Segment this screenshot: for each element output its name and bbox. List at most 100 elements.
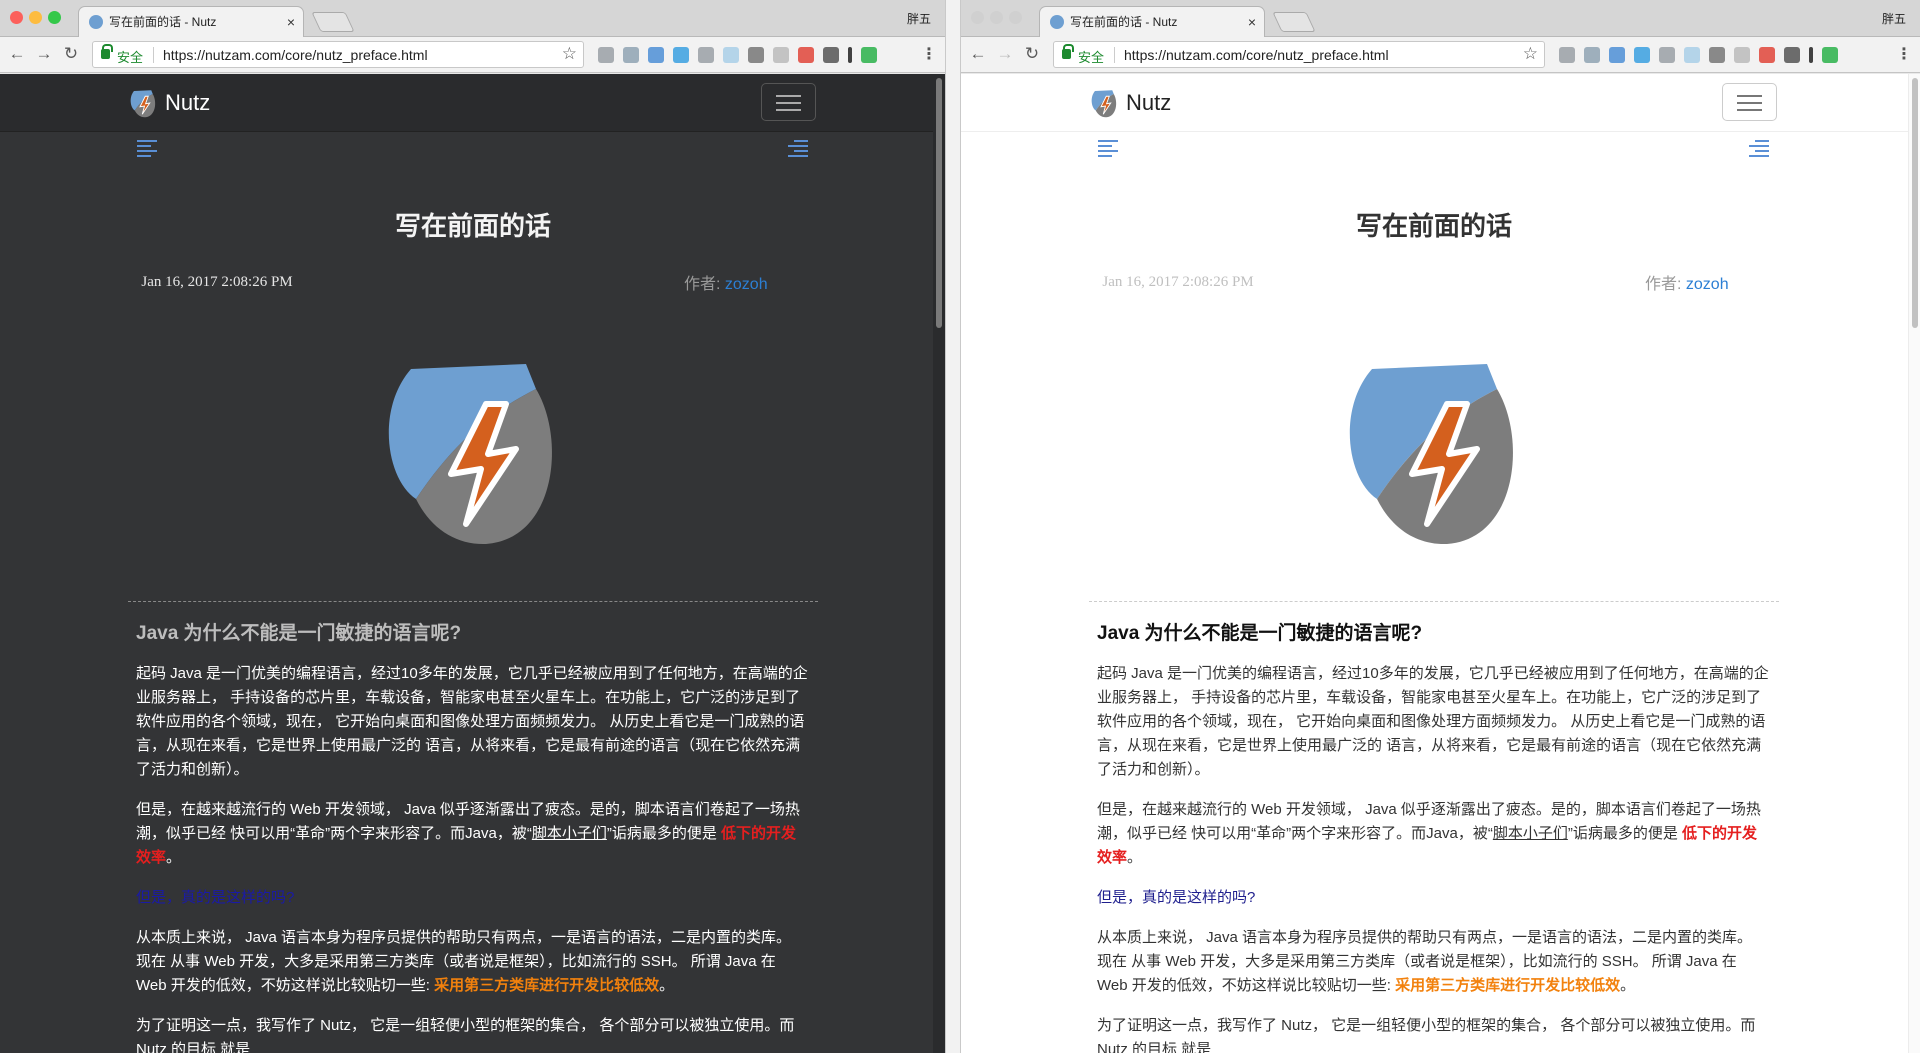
hamburger-menu-button[interactable] [1722,83,1777,121]
sheet-extension-icon[interactable] [1709,47,1725,63]
browser-window-light: 写在前面的话 - Nutz × 胖五 ← → ↻ 安全 https://nutz… [961,0,1920,1053]
text-extension-icon[interactable] [1809,47,1813,63]
evernote-extension-icon[interactable] [1784,47,1800,63]
address-bar[interactable]: 安全 https://nutzam.com/core/nutz_preface.… [1053,41,1545,68]
globe-extension-icon[interactable] [698,47,714,63]
browser-menu-icon[interactable]: ⋮ [1896,44,1912,64]
author-link[interactable]: zozoh [725,276,768,293]
browser-toolbar: ← → ↻ 安全 https://nutzam.com/core/nutz_pr… [961,37,1920,73]
timer-extension-icon[interactable] [673,47,689,63]
site-brand[interactable]: Nutz [128,88,210,118]
new-tab-button[interactable] [1272,12,1316,32]
extensions-area [1559,45,1838,65]
tab-close-icon[interactable]: × [287,7,295,38]
address-bar[interactable]: 安全 https://nutzam.com/core/nutz_preface.… [92,41,584,68]
paragraph: 起码 Java 是一门优美的编程语言，经过10多年的发展，它几乎已经被应用到了任… [1097,665,1769,778]
profile-name[interactable]: 胖五 [907,10,931,27]
script-kiddies-link[interactable]: 脚本小子们 [532,825,607,842]
bookmark-star-icon[interactable]: ☆ [562,44,577,64]
browser-tab[interactable]: 写在前面的话 - Nutz × [78,6,304,38]
paragraph: 但是，在越来越流行的 Web 开发领域， Java 似乎逐渐露出了疲态。是的，脚… [136,801,800,866]
green-extension-icon[interactable] [1822,47,1838,63]
scrollbar[interactable] [1908,74,1920,1053]
tab-close-icon[interactable]: × [1248,7,1256,38]
s-extension-icon[interactable] [648,47,664,63]
paragraph: 为了证明这一点，我写作了 Nutz， 它是一组轻便小型的框架的集合， 各个部分可… [136,1017,795,1053]
author-line: 作者: zozoh [684,270,768,294]
brand-name: Nutz [1126,90,1172,115]
extensions-area [598,45,877,65]
browser-window-dark: 写在前面的话 - Nutz × 胖五 ← → ↻ 安全 https://nutz… [0,0,945,1053]
page-title: 写在前面的话 [394,211,551,241]
lock-icon [1062,44,1074,59]
download-extension-icon[interactable] [1734,47,1750,63]
url-text[interactable]: https://nutzam.com/core/nutz_preface.htm… [1124,47,1389,63]
green-extension-icon[interactable] [861,47,877,63]
tab-bar: 写在前面的话 - Nutz × 胖五 [961,0,1920,38]
author-link[interactable]: zozoh [1686,276,1729,293]
page-title: 写在前面的话 [1355,211,1512,241]
text-extension-icon[interactable] [848,47,852,63]
forward-arrow-icon[interactable]: → [33,43,55,65]
align-right-icon[interactable] [1749,140,1769,158]
page-viewport: Nutz 写在前面的话 Jan 16, 2017 2:08:26 PM 作者: … [961,74,1920,1053]
cloud-extension-icon[interactable] [723,47,739,63]
author-label: 作者: [1645,276,1682,293]
author-label: 作者: [684,276,721,293]
tab-title: 写在前面的话 - Nutz [1070,15,1178,29]
cloud-extension-icon[interactable] [1684,47,1700,63]
script-kiddies-link[interactable]: 脚本小子们 [1493,825,1568,842]
evernote-extension-icon[interactable] [823,47,839,63]
article-body: Java 为什么不能是一门敏捷的语言呢? 起码 Java 是一门优美的编程语言，… [136,622,808,1053]
window-gap [945,0,961,1053]
browser-tab[interactable]: 写在前面的话 - Nutz × [1039,6,1265,38]
back-arrow-icon[interactable]: ← [967,43,989,65]
bookmark-star-icon[interactable]: ☆ [1523,44,1538,64]
author-line: 作者: zozoh [1645,270,1729,294]
nutz-logo-icon [130,90,156,118]
back-arrow-icon[interactable]: ← [6,43,28,65]
puzzle-extension-icon[interactable] [598,47,614,63]
reload-icon[interactable]: ↻ [60,43,82,65]
scrollbar-thumb[interactable] [1912,78,1918,328]
hamburger-menu-button[interactable] [761,83,816,121]
tab-title: 写在前面的话 - Nutz [109,15,217,29]
vue-extension-icon[interactable] [623,47,639,63]
vue-extension-icon[interactable] [1584,47,1600,63]
align-right-icon[interactable] [788,140,808,158]
favicon-icon [89,15,103,29]
scrollbar-thumb[interactable] [936,78,942,328]
profile-name[interactable]: 胖五 [1882,10,1906,27]
highlight-orange: 采用第三方类库进行开发比较低效 [1395,977,1621,994]
minimize-window-button[interactable] [990,11,1003,24]
align-left-icon[interactable] [137,140,157,158]
red-extension-icon[interactable] [1759,47,1775,63]
globe-extension-icon[interactable] [1659,47,1675,63]
zoom-window-button[interactable] [1009,11,1022,24]
url-text[interactable]: https://nutzam.com/core/nutz_preface.htm… [163,47,428,63]
paragraph: 从本质上来说， Java 语言本身为程序员提供的帮助只有两点，一是语言的语法，二… [1097,929,1753,994]
red-extension-icon[interactable] [798,47,814,63]
reload-icon[interactable]: ↻ [1021,43,1043,65]
close-window-button[interactable] [971,11,984,24]
paragraph-question: 但是，真的是这样的吗? [136,889,295,906]
highlight-orange: 采用第三方类库进行开发比较低效 [434,977,660,994]
minimize-window-button[interactable] [29,11,42,24]
brand-name: Nutz [165,90,211,115]
forward-arrow-icon[interactable]: → [994,43,1016,65]
new-tab-button[interactable] [311,12,355,32]
align-left-icon[interactable] [1098,140,1118,158]
browser-menu-icon[interactable]: ⋮ [921,44,937,64]
close-window-button[interactable] [10,11,23,24]
site-brand[interactable]: Nutz [1089,88,1171,118]
page-viewport: Nutz 写在前面的话 Jan 16, 2017 2:08:26 PM 作者: … [0,74,945,1053]
s-extension-icon[interactable] [1609,47,1625,63]
scrollbar[interactable] [933,74,945,1053]
timer-extension-icon[interactable] [1634,47,1650,63]
paragraph-question: 但是，真的是这样的吗? [1097,889,1256,906]
puzzle-extension-icon[interactable] [1559,47,1575,63]
download-extension-icon[interactable] [773,47,789,63]
lock-icon [101,44,113,59]
sheet-extension-icon[interactable] [748,47,764,63]
zoom-window-button[interactable] [48,11,61,24]
